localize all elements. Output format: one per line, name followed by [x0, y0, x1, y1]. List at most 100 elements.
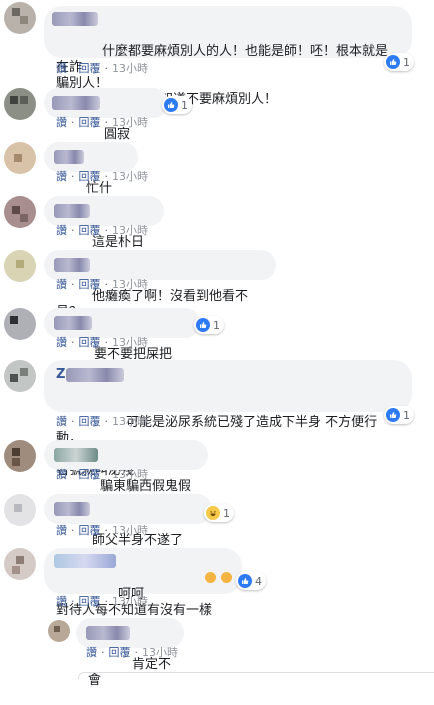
reaction-number: 4: [255, 574, 262, 588]
like-link[interactable]: 讚: [86, 646, 97, 659]
separator-dot: ·: [71, 336, 75, 349]
separator-dot: ·: [71, 468, 75, 481]
blurred-author-name: [54, 258, 90, 272]
reaction-count[interactable]: 1: [384, 406, 414, 424]
avatar[interactable]: [4, 2, 36, 34]
like-icon: [386, 55, 400, 69]
haha-icon: [206, 506, 220, 520]
like-link[interactable]: 讚: [56, 524, 67, 537]
like-link[interactable]: 讚: [56, 170, 67, 183]
avatar[interactable]: [4, 196, 36, 228]
reaction-count[interactable]: 1: [384, 53, 414, 71]
comment-bubble: 這是朴日圖: [44, 196, 164, 266]
timestamp[interactable]: 13小時: [112, 595, 148, 608]
separator-dot: ·: [104, 116, 109, 129]
avatar[interactable]: [48, 620, 70, 642]
blurred-author-name: [54, 150, 84, 164]
separator-dot: ·: [71, 62, 75, 75]
separator-dot: ·: [104, 524, 109, 537]
timestamp[interactable]: 13小時: [112, 278, 148, 291]
blurred-author-name: [86, 626, 130, 640]
comment-bubble: 忙什麼！: [44, 142, 138, 212]
separator-dot: ·: [104, 278, 109, 291]
blurred-author-name: [52, 96, 100, 110]
avatar[interactable]: [4, 360, 36, 392]
separator-dot: ·: [71, 278, 75, 291]
like-icon: [238, 574, 252, 588]
reply-link[interactable]: 回覆: [79, 336, 101, 349]
like-link[interactable]: 讚: [56, 278, 67, 291]
comment-bubble: 什麼都要麻煩別人的人！也能是師！呸！根本就是在詐 騙別人！ 連基本的平凡人都知道…: [44, 6, 412, 107]
author-initial[interactable]: Z: [56, 367, 65, 383]
blurred-author-name: [54, 204, 90, 218]
avatar[interactable]: [4, 250, 36, 282]
comment-bubble: Z 可能是泌尿系統已殘了造成下半身 不方便行動， 久而久之 名號就叫泌殘: [44, 360, 412, 478]
separator-dot: ·: [134, 646, 139, 659]
timestamp[interactable]: 13小時: [112, 62, 148, 75]
timestamp[interactable]: 13小時: [112, 224, 148, 237]
like-icon: [386, 408, 400, 422]
like-link[interactable]: 讚: [56, 224, 67, 237]
timestamp[interactable]: 13小時: [112, 336, 148, 349]
separator-dot: ·: [71, 116, 75, 129]
like-link[interactable]: 讚: [56, 116, 67, 129]
comment-bubble: 師父半身不遂了嗎？: [44, 494, 212, 564]
reply-link[interactable]: 回覆: [79, 224, 101, 237]
separator-dot: ·: [104, 224, 109, 237]
separator-dot: ·: [71, 415, 75, 428]
comment-actions: 讚 · 回覆 · 13小時: [56, 595, 148, 609]
avatar[interactable]: [4, 142, 36, 174]
reply-link[interactable]: 回覆: [79, 524, 101, 537]
blurred-author-name: [54, 502, 90, 516]
reply-link[interactable]: 回覆: [79, 415, 101, 428]
like-link[interactable]: 讚: [56, 336, 67, 349]
reaction-number: 1: [213, 318, 220, 332]
avatar[interactable]: [4, 548, 36, 580]
like-link[interactable]: 讚: [56, 595, 67, 608]
separator-dot: ·: [71, 224, 75, 237]
blurred-author-name: [52, 12, 98, 26]
separator-dot: ·: [71, 524, 75, 537]
reaction-number: 1: [403, 55, 410, 69]
reaction-count[interactable]: 1: [162, 96, 192, 114]
comment-actions: 讚 · 回覆 · 13小時: [56, 62, 148, 76]
avatar[interactable]: [4, 494, 36, 526]
separator-dot: ·: [104, 170, 109, 183]
timestamp[interactable]: 13小時: [112, 116, 148, 129]
like-link[interactable]: 讚: [56, 415, 67, 428]
reply-link[interactable]: 回覆: [79, 278, 101, 291]
timestamp[interactable]: 13小時: [112, 415, 148, 428]
timestamp[interactable]: 13小時: [112, 468, 148, 481]
timestamp[interactable]: 13小時: [112, 524, 148, 537]
comment-actions: 讚 · 回覆 · 13小時: [56, 224, 148, 238]
reaction-count[interactable]: 1: [194, 316, 224, 334]
blurred-author-name: [54, 554, 116, 568]
separator-dot: ·: [104, 62, 109, 75]
like-link[interactable]: 讚: [56, 468, 67, 481]
reaction-count[interactable]: 4: [236, 572, 266, 590]
avatar[interactable]: [4, 88, 36, 120]
like-icon: [196, 318, 210, 332]
separator-dot: ·: [104, 336, 109, 349]
reply-link[interactable]: 回覆: [79, 468, 101, 481]
like-link[interactable]: 讚: [56, 62, 67, 75]
reply-link[interactable]: 回覆: [79, 62, 101, 75]
avatar[interactable]: [4, 440, 36, 472]
comment-bubble: 呵呵 對待人每不知道有沒有一樣: [44, 548, 242, 618]
timestamp[interactable]: 13小時: [142, 646, 178, 659]
reply-link[interactable]: 回覆: [109, 646, 131, 659]
reaction-number: 1: [403, 408, 410, 422]
reply-link[interactable]: 回覆: [79, 170, 101, 183]
separator-dot: ·: [104, 415, 109, 428]
avatar[interactable]: [4, 308, 36, 340]
reaction-number: 1: [223, 506, 230, 520]
comment-actions: 讚 · 回覆 · 13小時: [56, 116, 148, 130]
timestamp[interactable]: 13小時: [112, 170, 148, 183]
reply-link[interactable]: 回覆: [79, 595, 101, 608]
separator-dot: ·: [104, 468, 109, 481]
comment-actions: 讚 · 回覆 · 13小時: [56, 524, 148, 538]
blurred-author-name: [54, 448, 98, 462]
reply-link[interactable]: 回覆: [79, 116, 101, 129]
reaction-count[interactable]: 1: [204, 504, 234, 522]
reply-input-edge[interactable]: [78, 672, 434, 679]
